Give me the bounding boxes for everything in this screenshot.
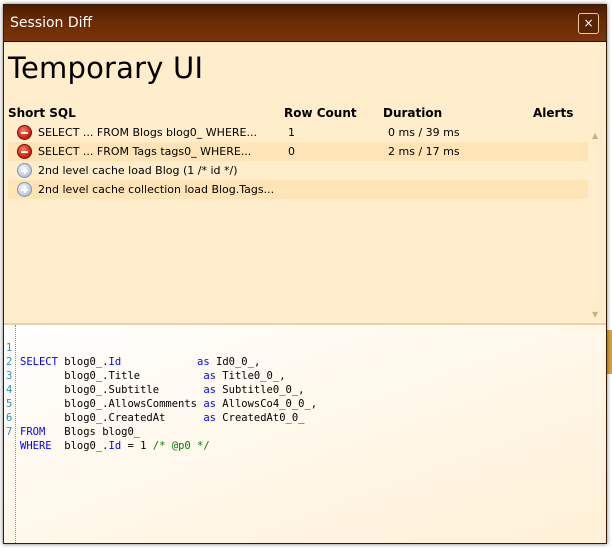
table-row[interactable]: SELECT ... FROM Tags tags0_ WHERE... 0 2…	[8, 142, 588, 161]
table-row[interactable]: 2nd level cache collection load Blog.Tag…	[8, 180, 588, 199]
sql-keyword: as	[203, 384, 216, 396]
code-line: 5 blog0_.CreatedAt as CreatedAt0_0_	[4, 383, 305, 424]
code-text: Title0_0_,	[215, 370, 286, 382]
info-icon	[17, 182, 32, 197]
column-header-short-sql[interactable]: Short SQL	[8, 106, 76, 120]
sql-keyword: as	[197, 356, 210, 368]
page-title: Temporary UI	[8, 51, 204, 85]
line-number: 7	[6, 426, 13, 438]
code-identifier: Id	[108, 356, 122, 368]
code-text: blog0_.Title	[20, 370, 204, 382]
column-header-alerts[interactable]: Alerts	[533, 106, 573, 120]
code-identifier: Id	[108, 440, 122, 452]
row-count-cell: 0	[288, 145, 295, 158]
code-line: 6 FROM Blogs blog0_	[4, 397, 140, 438]
stop-icon	[17, 144, 32, 159]
code-text: blog0_.CreatedAt	[20, 412, 204, 424]
code-line: 3 blog0_.Subtitle as Subtitle0_0_,	[4, 355, 305, 396]
code-padding	[121, 356, 197, 368]
table-row[interactable]: 2nd level cache load Blog (1 /* id */)	[8, 161, 588, 180]
short-sql-cell: 2nd level cache collection load Blog.Tag…	[38, 183, 275, 196]
sql-keyword: as	[203, 370, 216, 382]
short-sql-cell: SELECT ... FROM Blogs blog0_ WHERE...	[38, 126, 257, 139]
column-header-row-count[interactable]: Row Count	[284, 106, 357, 120]
code-text: blog0_.	[51, 440, 109, 452]
duration-cell: 2 ms / 17 ms	[388, 145, 460, 158]
code-text: AllowsCo4_0_0_,	[215, 398, 318, 410]
short-sql-cell: 2nd level cache load Blog (1 /* id */)	[38, 164, 238, 177]
short-sql-cell: SELECT ... FROM Tags tags0_ WHERE...	[38, 145, 252, 158]
sql-keyword: as	[203, 398, 216, 410]
query-grid: SELECT ... FROM Blogs blog0_ WHERE... 1 …	[8, 123, 588, 199]
window-title: Session Diff	[10, 15, 93, 31]
title-bar[interactable]: Session Diff ×	[4, 5, 606, 42]
query-list-panel: Temporary UI Short SQL Row Count Duratio…	[4, 42, 606, 323]
info-icon	[17, 163, 32, 178]
code-text: CreatedAt0_0_	[215, 412, 305, 424]
code-line: 1 SELECT blog0_.Id as Id0_0_,	[4, 327, 260, 368]
code-text: blog0_.AllowsComments	[20, 398, 204, 410]
code-line: 4 blog0_.AllowsComments as AllowsCo4_0_0…	[4, 369, 317, 410]
code-text: Blogs blog0_	[45, 426, 141, 438]
code-text: blog0_.	[57, 356, 109, 368]
column-header-duration[interactable]: Duration	[383, 106, 442, 120]
close-button[interactable]: ×	[578, 13, 599, 34]
stop-icon	[17, 125, 32, 140]
sql-keyword: WHERE	[20, 440, 52, 452]
sql-comment: /* @p0 */	[152, 440, 210, 452]
table-row[interactable]: SELECT ... FROM Blogs blog0_ WHERE... 1 …	[8, 123, 588, 142]
code-text: = 1	[121, 440, 153, 452]
code-text: Id0_0_,	[209, 356, 261, 368]
scroll-up-arrow-icon[interactable]: ▲	[592, 131, 598, 140]
close-icon: ×	[583, 16, 594, 30]
code-text: Subtitle0_0_,	[215, 384, 305, 396]
duration-cell: 0 ms / 39 ms	[388, 126, 460, 139]
code-text: blog0_.Subtitle	[20, 384, 204, 396]
code-line: 2 blog0_.Title as Title0_0_,	[4, 341, 286, 382]
session-diff-window: Session Diff × Temporary UI Short SQL Ro…	[3, 4, 607, 544]
row-count-cell: 1	[288, 126, 295, 139]
sql-keyword: as	[203, 412, 216, 424]
code-line: 7 WHERE blog0_.Id = 1 /* @p0 */	[4, 411, 210, 452]
sql-code-view[interactable]: 1 SELECT blog0_.Id as Id0_0_, 2 blog0_.T…	[4, 325, 606, 543]
scroll-down-arrow-icon[interactable]: ▼	[592, 310, 598, 319]
